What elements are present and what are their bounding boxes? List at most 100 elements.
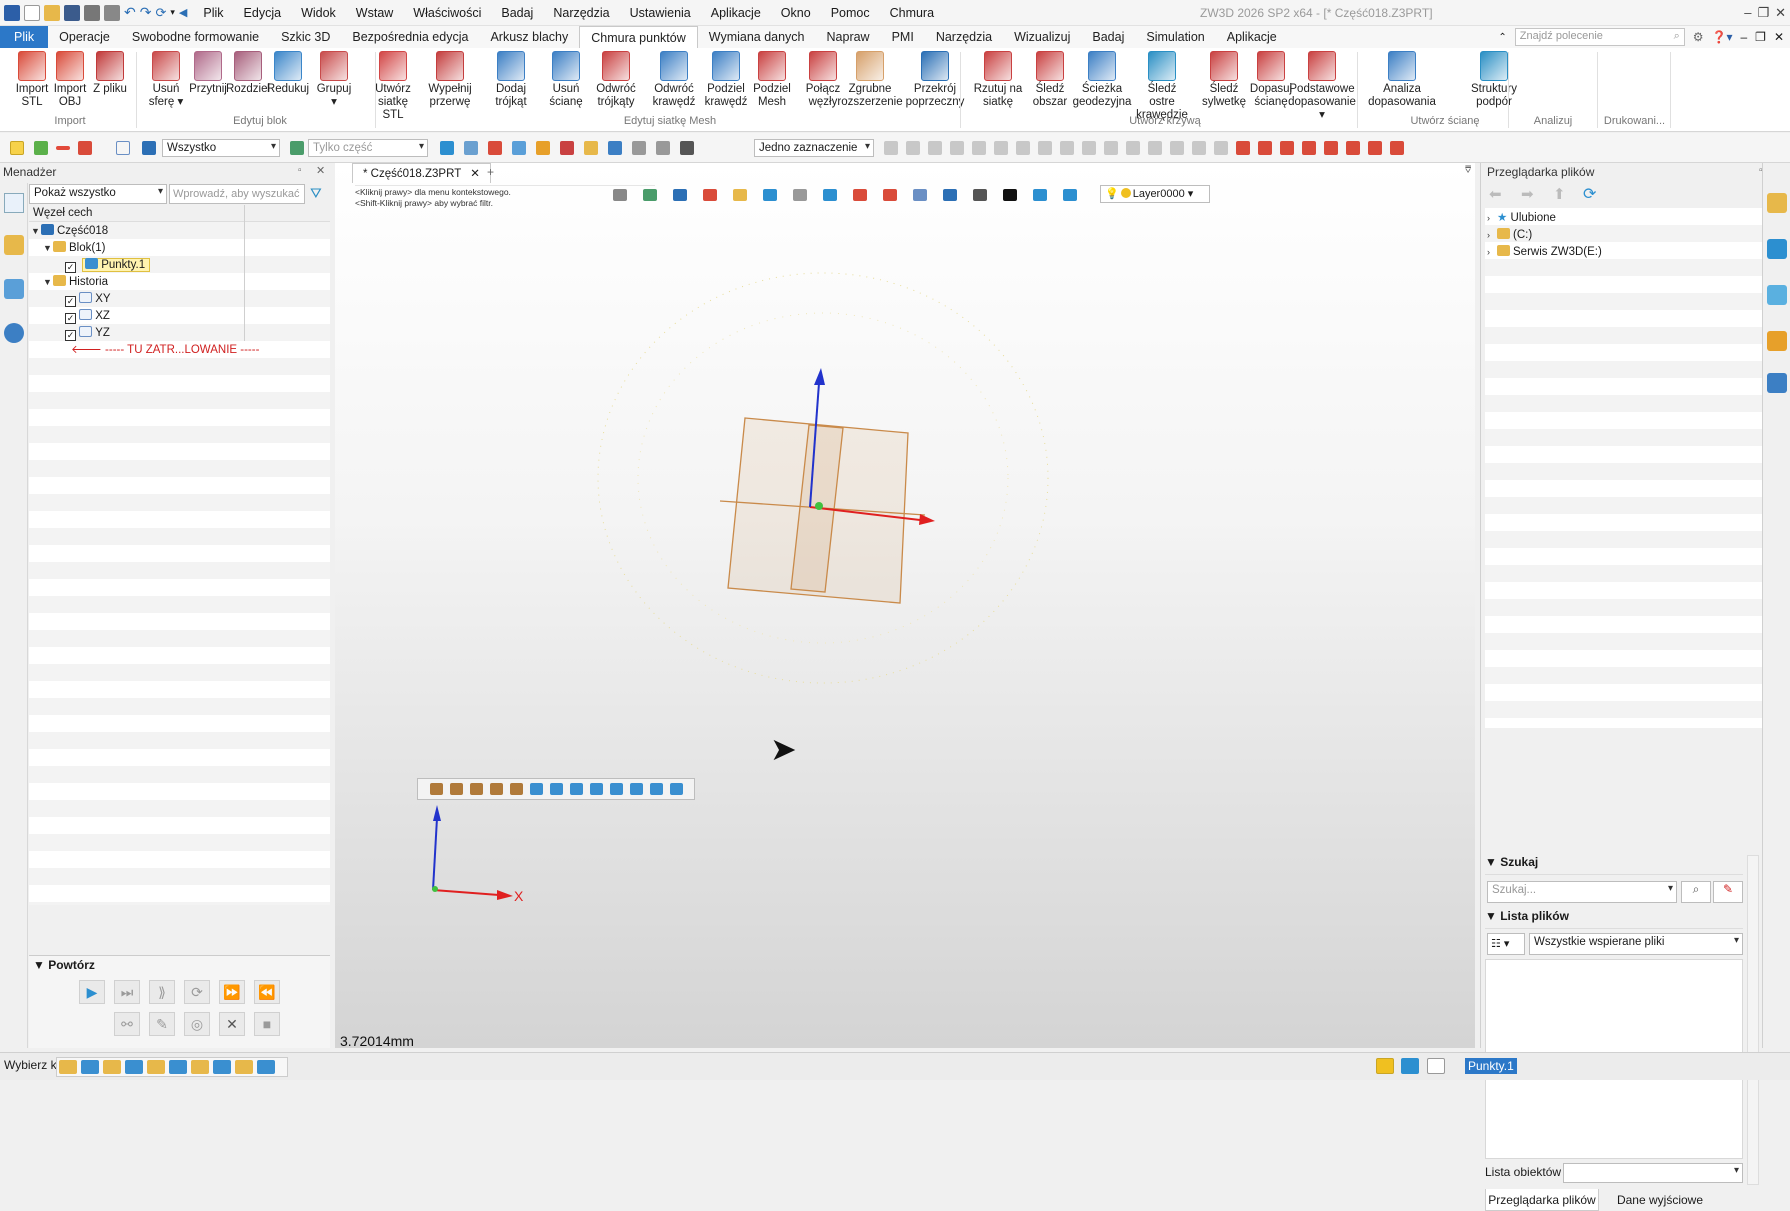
edit-button[interactable]: ✎ — [149, 1012, 175, 1036]
view-tool-icon[interactable] — [1003, 189, 1017, 201]
curve-tool-icon[interactable] — [1192, 141, 1206, 155]
back-arrow-icon[interactable]: ◀ — [179, 6, 187, 19]
ribbon-button-delete-face[interactable]: Usuń ścianę — [538, 51, 594, 109]
floating-tool-icon[interactable] — [550, 783, 563, 795]
ribbon-button-basic-fit[interactable]: Podstawowe dopasowanie ▾ — [1288, 51, 1356, 122]
status-tool-icon[interactable] — [191, 1060, 209, 1074]
open-folder-icon[interactable] — [44, 4, 60, 21]
panel-options-icon[interactable]: ⩢ — [1465, 165, 1471, 176]
curve-tool-icon[interactable] — [1302, 141, 1316, 155]
menu-okno[interactable]: Okno — [771, 0, 821, 26]
view-tool-icon[interactable] — [1063, 189, 1077, 201]
delete-button[interactable]: ✕ — [219, 1012, 245, 1036]
status-tool-icon[interactable] — [125, 1060, 143, 1074]
view-tool-icon[interactable] — [943, 189, 957, 201]
scrollbar[interactable] — [1747, 855, 1759, 1185]
view-tool-icon[interactable] — [823, 189, 837, 201]
new-tab-icon[interactable]: + — [487, 165, 494, 179]
view-mode-button[interactable]: ☷ ▾ — [1487, 933, 1525, 955]
layer-select[interactable]: 💡 Layer0000 ▾ — [1100, 185, 1210, 203]
menu-chmura[interactable]: Chmura — [880, 0, 944, 26]
file-type-filter[interactable]: Wszystkie wspierane pliki — [1529, 933, 1743, 955]
tab-aplikacje[interactable]: Aplikacje — [1216, 26, 1288, 48]
command-search-input[interactable]: Znajdź polecenie ⌕ — [1514, 28, 1685, 46]
visibility-checkbox[interactable]: ✓ — [65, 313, 76, 324]
visibility-checkbox[interactable]: ✓ — [65, 296, 76, 307]
file-tree-drive-c[interactable]: › (C:) — [1487, 227, 1532, 244]
scope-select[interactable]: Tylko część — [308, 139, 428, 157]
menu-wlasciwosci[interactable]: Właściwości — [403, 0, 491, 26]
minimize-icon[interactable]: ‒ — [1744, 0, 1751, 26]
filter-picker-icon[interactable] — [78, 141, 92, 155]
tab-chmura-punktow[interactable]: Chmura punktów — [579, 26, 698, 48]
tools-tab-icon[interactable] — [1767, 239, 1787, 259]
settings-gear-icon[interactable]: ⚙ — [1693, 30, 1704, 44]
ribbon-button-fill-gap[interactable]: Wypełnij przerwę — [422, 51, 478, 109]
tree-search-input[interactable]: Wprowadź, aby wyszukać — [169, 184, 305, 204]
tree-node-root[interactable]: ▼ Część018 — [31, 223, 108, 240]
tree-filter-icon[interactable]: ⛛ — [310, 185, 322, 202]
ribbon-button-trace-area[interactable]: Śledź obszar — [1022, 51, 1078, 109]
document-tab[interactable]: * Część018.Z3PRT ✕ — [352, 163, 491, 183]
undo-icon[interactable]: ↶ — [124, 4, 136, 21]
ribbon-button-project-mesh[interactable]: Rzutuj na siatkę — [970, 51, 1026, 109]
step-button[interactable]: ⟫ — [149, 980, 175, 1004]
curve-tool-icon[interactable] — [1324, 141, 1338, 155]
floating-tool-icon[interactable] — [610, 783, 623, 795]
stop-button[interactable]: ■ — [254, 1012, 280, 1036]
view-tool-icon[interactable] — [913, 189, 927, 201]
curve-tool-icon[interactable] — [1280, 141, 1294, 155]
new-file-icon[interactable] — [24, 4, 40, 21]
part-icon[interactable] — [290, 141, 304, 155]
status-tool-icon[interactable] — [257, 1060, 275, 1074]
toolbar-tool-icon[interactable] — [680, 141, 694, 155]
tree-node-punkty[interactable]: ✓ Punkty.1 — [65, 257, 151, 274]
toolbar-tool-icon[interactable] — [632, 141, 646, 155]
file-tree-favorites[interactable]: › ★ Ulubione — [1487, 210, 1556, 227]
curve-tool-icon[interactable] — [1148, 141, 1162, 155]
floating-tool-icon[interactable] — [650, 783, 663, 795]
menu-plik[interactable]: Plik — [193, 0, 233, 26]
tab-napraw[interactable]: Napraw — [816, 26, 881, 48]
status-tool-icon[interactable] — [103, 1060, 121, 1074]
menu-ustawienia[interactable]: Ustawienia — [620, 0, 701, 26]
list-icon[interactable] — [1426, 1058, 1445, 1074]
curve-tool-icon[interactable] — [928, 141, 942, 155]
tab-wymiana-danych[interactable]: Wymiana danych — [698, 26, 816, 48]
curve-tool-icon[interactable] — [1016, 141, 1030, 155]
tab-close-icon[interactable]: ✕ — [470, 168, 480, 180]
nav-up-icon[interactable]: ⬆ — [1553, 185, 1566, 203]
panel-close-icon[interactable]: ✕ — [316, 164, 325, 177]
rewind-button[interactable]: ⏪ — [254, 980, 280, 1004]
print-icon[interactable] — [84, 4, 100, 21]
layers-tab-icon[interactable] — [1767, 285, 1787, 305]
visibility-checkbox[interactable]: ✓ — [65, 262, 76, 273]
menu-widok[interactable]: Widok — [291, 0, 346, 26]
tree-node-xy[interactable]: ✓ XY — [65, 291, 111, 308]
menu-edycja[interactable]: Edycja — [234, 0, 292, 26]
save-icon[interactable] — [64, 4, 80, 21]
ribbon-button-group[interactable]: Grupuj ▾ — [306, 51, 362, 109]
3d-viewport[interactable]: * Część018.Z3PRT ✕ + ⩢ <Kliknij prawy> d… — [335, 163, 1475, 1049]
help-icon[interactable]: ❓▾ — [1712, 30, 1733, 44]
ribbon-button-flip-edge[interactable]: Odwróć krawędź — [646, 51, 702, 109]
view-tool-icon[interactable] — [703, 189, 717, 201]
panel-pin-icon[interactable]: ▫ — [298, 165, 302, 176]
view-tool-icon[interactable] — [1033, 189, 1047, 201]
dropdown-arrow-icon[interactable]: ▾ — [170, 7, 175, 18]
floating-tool-icon[interactable] — [530, 783, 543, 795]
tree-node-historia[interactable]: ▼ Historia — [43, 274, 108, 291]
ribbon-button-cross-section[interactable]: Przekrój poprzeczny — [906, 51, 964, 109]
collapse-icon[interactable]: ▼ — [31, 223, 41, 240]
curve-tool-icon[interactable] — [1170, 141, 1184, 155]
toolbar-tool-icon[interactable] — [440, 141, 454, 155]
tab-simulation[interactable]: Simulation — [1135, 26, 1215, 48]
ribbon-button-geodesic-path[interactable]: Ścieżka geodezyjna — [1073, 51, 1131, 109]
curve-tool-icon[interactable] — [1060, 141, 1074, 155]
toolbar-tool-icon[interactable] — [536, 141, 550, 155]
curve-tool-icon[interactable] — [1258, 141, 1272, 155]
toolbar-tool-icon[interactable] — [608, 141, 622, 155]
curve-tool-icon[interactable] — [994, 141, 1008, 155]
ribbon-restore-icon[interactable]: ❐ — [1755, 30, 1766, 44]
link-button[interactable]: ⚯ — [114, 1012, 140, 1036]
